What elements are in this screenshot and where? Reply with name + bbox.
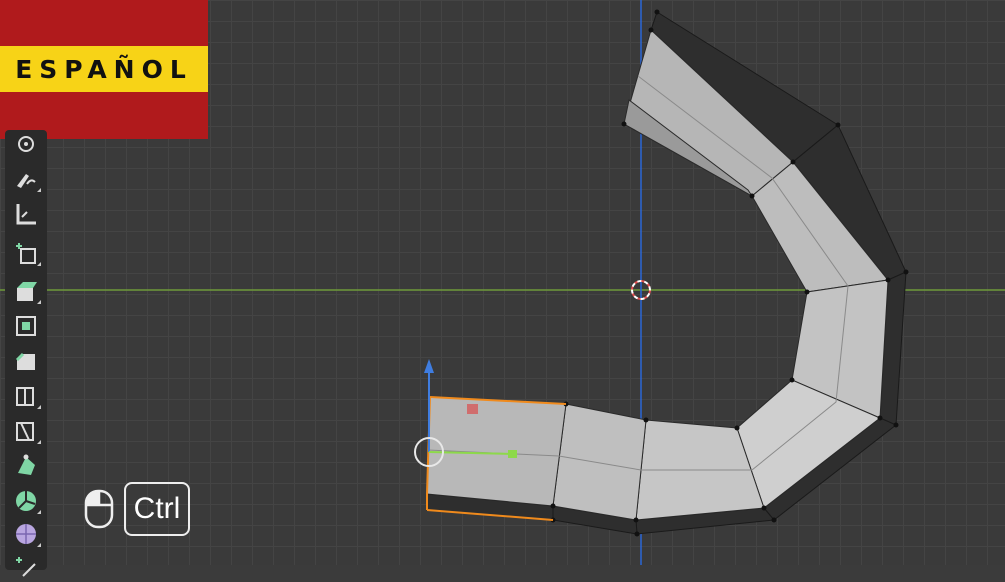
gizmo-plane-handle[interactable]	[467, 404, 478, 414]
gizmo-up-arrow[interactable]	[424, 359, 434, 373]
language-badge: ESPAÑOL	[0, 0, 208, 139]
mesh-top-faces	[426, 29, 889, 521]
input-hint: Ctrl	[84, 482, 190, 536]
bevel-icon	[15, 352, 35, 370]
knife-tool[interactable]	[9, 415, 43, 446]
language-badge-band: ESPAÑOL	[0, 46, 208, 92]
add-cube-icon	[16, 242, 36, 264]
edge-slide-tool[interactable]	[9, 551, 43, 582]
ctrl-key: Ctrl	[124, 482, 190, 536]
bevel-tool[interactable]	[9, 345, 43, 376]
inset-faces-icon	[16, 315, 36, 336]
transform-tool[interactable]	[9, 130, 43, 161]
smooth-tool[interactable]	[9, 518, 43, 549]
edge-slide-icon	[16, 556, 36, 577]
add-cube-tool[interactable]	[9, 237, 43, 268]
transform-icon	[18, 135, 34, 152]
mesh-face	[552, 403, 647, 521]
inset-faces-tool[interactable]	[9, 310, 43, 341]
measure-icon	[16, 203, 36, 224]
mouse-icon	[84, 489, 114, 529]
loop-cut-tool[interactable]	[9, 380, 43, 411]
smooth-icon	[16, 523, 36, 544]
tool-shelf	[5, 130, 47, 577]
knife-icon	[16, 421, 34, 441]
measure-tool[interactable]	[9, 198, 43, 229]
gizmo-right-handle[interactable]	[508, 450, 517, 458]
loop-cut-icon	[16, 386, 34, 406]
annotate-tool[interactable]	[9, 163, 43, 194]
annotate-icon	[17, 173, 36, 188]
poly-build-tool[interactable]	[9, 450, 43, 481]
language-label: ESPAÑOL	[15, 54, 193, 84]
poly-build-icon	[18, 454, 35, 475]
spin-tool[interactable]	[9, 485, 43, 516]
extrude-region-icon	[17, 281, 37, 301]
extrude-region-tool[interactable]	[9, 275, 43, 306]
spin-icon	[16, 490, 36, 511]
